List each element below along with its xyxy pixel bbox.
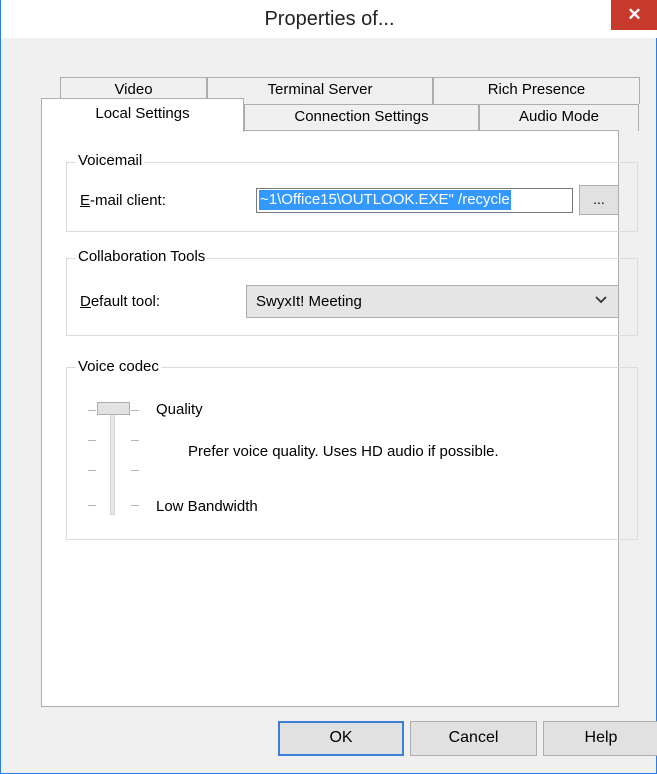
collaboration-group-label: Collaboration Tools	[76, 248, 208, 266]
tab-label: Rich Presence	[487, 81, 586, 98]
slider-tick	[88, 410, 96, 411]
cancel-button[interactable]: Cancel	[410, 721, 537, 756]
tab-label: Video	[114, 81, 153, 98]
window-title: Properties of...	[264, 8, 395, 30]
slider-track	[110, 412, 115, 515]
slider-tick	[88, 440, 96, 441]
slider-tick	[88, 470, 96, 471]
email-client-label: E-mail client:	[80, 192, 166, 209]
email-client-value: ~1\Office15\OUTLOOK.EXE" /recycle	[259, 190, 511, 210]
default-tool-label: Default tool:	[80, 293, 161, 310]
tab-label: Local Settings	[95, 105, 190, 122]
default-tool-value: SwyxIt! Meeting	[256, 293, 362, 310]
browse-button[interactable]: ...	[579, 185, 619, 215]
voicemail-group-label: Voicemail	[76, 152, 145, 170]
close-icon: ✕	[627, 5, 642, 24]
tab-audio-mode[interactable]: Audio Mode	[479, 104, 639, 131]
chevron-down-icon	[595, 296, 607, 304]
tab-connection-settings[interactable]: Connection Settings	[244, 104, 479, 131]
voice-codec-group-label: Voice codec	[76, 358, 161, 376]
help-button[interactable]: Help	[543, 721, 657, 756]
low-bandwidth-label: Low Bandwidth	[156, 498, 258, 515]
slider-tick	[88, 505, 96, 506]
codec-description: Prefer voice quality. Uses HD audio if p…	[188, 443, 499, 460]
ok-button[interactable]: OK	[278, 721, 404, 756]
slider-tick	[131, 440, 139, 441]
slider-tick	[131, 505, 139, 506]
slider-thumb[interactable]	[97, 402, 130, 415]
tab-label: Terminal Server	[267, 81, 373, 98]
tab-label: Connection Settings	[294, 108, 429, 125]
slider-tick	[131, 410, 139, 411]
email-client-field[interactable]: ~1\Office15\OUTLOOK.EXE" /recycle	[256, 188, 573, 213]
default-tool-select[interactable]: SwyxIt! Meeting	[246, 285, 619, 318]
close-button[interactable]: ✕	[611, 0, 657, 30]
properties-dialog: Properties of... ✕ Video Terminal Server…	[0, 0, 657, 774]
tab-label: Audio Mode	[518, 108, 600, 125]
quality-label: Quality	[156, 401, 203, 418]
tab-rich-presence[interactable]: Rich Presence	[433, 77, 640, 104]
slider-tick	[131, 470, 139, 471]
tab-local-settings[interactable]: Local Settings	[41, 98, 244, 132]
